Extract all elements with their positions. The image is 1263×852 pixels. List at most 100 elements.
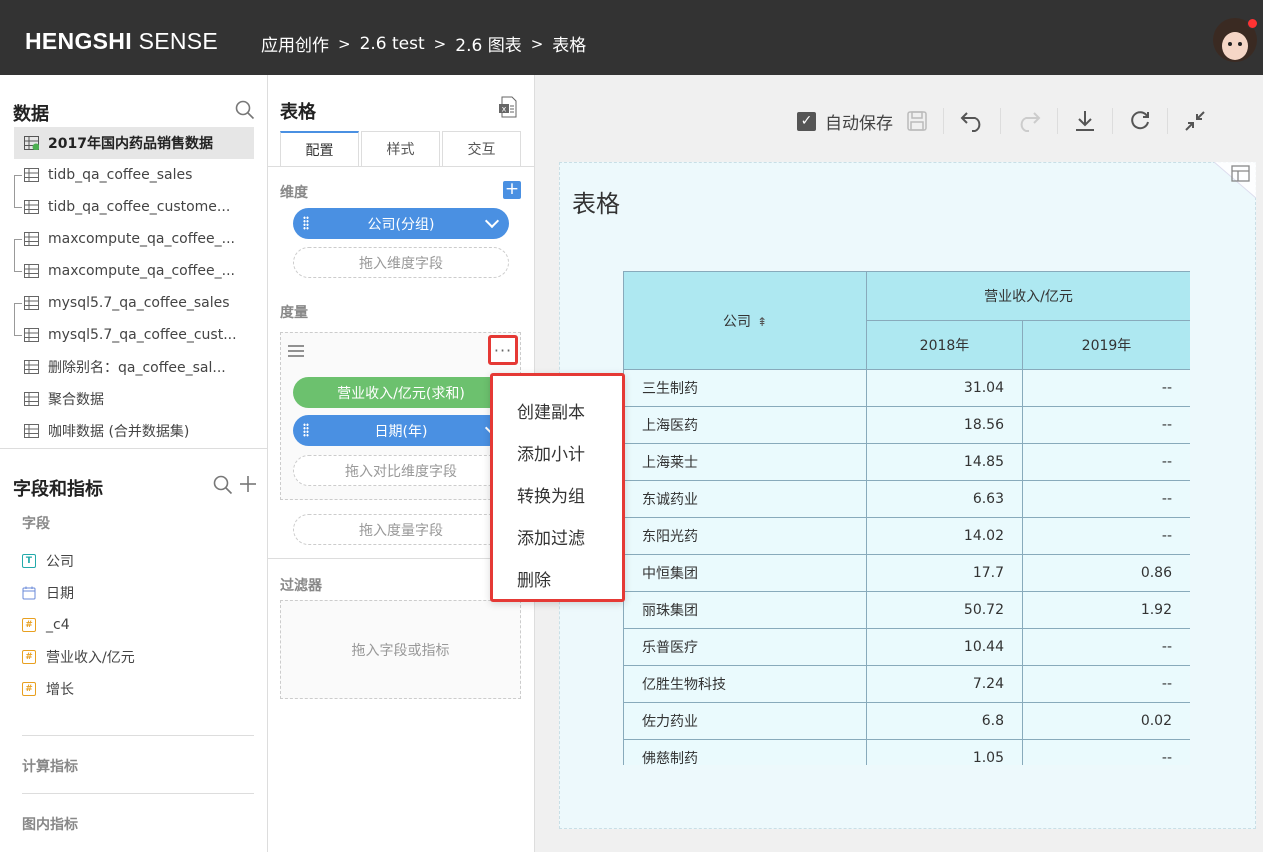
dataset-item[interactable]: 聚合数据	[14, 383, 254, 415]
column-header[interactable]: 2018年	[866, 320, 1023, 370]
text-type-icon: T	[22, 554, 36, 568]
pivot-table: 公司 ⇞ 营业收入/亿元 2018年 2019年 三生制药 31.04 -- 上海医药 1…	[623, 271, 1190, 765]
field-item[interactable]: 日期	[22, 577, 135, 609]
value-2018-cell: 10.44	[866, 628, 1023, 666]
svg-text:x: x	[502, 105, 507, 114]
number-type-icon: #	[22, 618, 36, 632]
table-row[interactable]: 亿胜生物科技 7.24 --	[623, 665, 1190, 703]
field-item[interactable]: T 公司	[22, 545, 135, 577]
dataset-item[interactable]: tidb_qa_coffee_custome...	[14, 191, 254, 223]
add-dimension-button[interactable]: +	[503, 181, 521, 199]
redo-icon[interactable]	[1017, 110, 1041, 132]
value-2018-cell: 17.7	[866, 554, 1023, 592]
breadcrumb-separator: >	[338, 34, 351, 53]
table-icon	[24, 328, 39, 342]
dataset-item[interactable]: 咖啡数据 (合并数据集)	[14, 415, 254, 447]
tab-style[interactable]: 样式	[361, 131, 440, 167]
filter-drop-zone[interactable]: 拖入字段或指标	[280, 600, 521, 699]
brand-bold: HENGSHI	[25, 28, 132, 54]
menu-item-add-subtotal[interactable]: 添加小计	[493, 431, 622, 473]
brand-logo[interactable]: HENGSHI SENSE	[25, 28, 218, 55]
menu-item-convert-group[interactable]: 转换为组	[493, 473, 622, 515]
dimension-pill[interactable]: 公司(分组)	[293, 208, 509, 239]
company-cell: 上海医药	[623, 406, 867, 444]
dataset-label: 2017年国内药品销售数据	[48, 136, 213, 152]
download-icon[interactable]	[1074, 110, 1096, 132]
table-row[interactable]: 上海莱士 14.85 --	[623, 443, 1190, 481]
data-panel-title: 数据	[13, 104, 49, 125]
excel-export-icon[interactable]: x	[498, 96, 518, 118]
checkbox-checked-icon[interactable]: ✓	[797, 111, 816, 131]
dataset-item[interactable]: tidb_qa_coffee_sales	[14, 159, 254, 191]
compare-dimension-pill[interactable]: 日期(年)	[293, 415, 509, 446]
dataset-item[interactable]: 2017年国内药品销售数据	[14, 127, 254, 159]
chart-settings-icon[interactable]	[1214, 162, 1256, 198]
table-row[interactable]: 丽珠集团 50.72 1.92	[623, 591, 1190, 629]
dataset-item[interactable]: 删除别名：qa_coffee_sal...	[14, 351, 254, 383]
measure-label: 度量	[280, 305, 308, 321]
refresh-icon[interactable]	[1129, 110, 1151, 132]
field-item[interactable]: # 增长	[22, 673, 135, 705]
breadcrumb-item[interactable]: 2.6 test	[360, 34, 425, 54]
avatar[interactable]	[1213, 18, 1258, 62]
dataset-item[interactable]: maxcompute_qa_coffee_...	[14, 223, 254, 255]
add-icon[interactable]	[239, 475, 257, 493]
sort-icon[interactable]: ⇞	[757, 315, 767, 329]
table-row[interactable]: 佐力药业 6.8 0.02	[623, 702, 1190, 740]
field-item[interactable]: # _c4	[22, 609, 135, 641]
chevron-down-icon[interactable]	[484, 213, 500, 229]
compare-drop-zone[interactable]: 拖入对比维度字段	[293, 455, 509, 486]
number-type-icon: #	[22, 650, 36, 664]
company-cell: 亿胜生物科技	[623, 665, 867, 703]
config-panel-title: 表格	[280, 102, 316, 123]
field-label: 增长	[46, 682, 74, 698]
save-icon[interactable]	[907, 111, 927, 131]
table-row[interactable]: 佛慈制药 1.05 --	[623, 739, 1190, 765]
row-header-company[interactable]: 公司 ⇞	[623, 271, 867, 370]
company-cell: 乐普医疗	[623, 628, 867, 666]
inchart-metrics-heading[interactable]: 图内指标	[22, 814, 78, 834]
undo-icon[interactable]	[960, 110, 984, 132]
fields-panel-title: 字段和指标	[13, 479, 103, 500]
tab-config[interactable]: 配置	[280, 131, 359, 167]
value-2019-cell: 0.86	[1022, 554, 1190, 592]
collapse-icon[interactable]	[1184, 110, 1206, 132]
table-row[interactable]: 东诚药业 6.63 --	[623, 480, 1190, 518]
measure-pill[interactable]: 营业收入/亿元(求和)	[293, 377, 509, 408]
calc-metrics-heading[interactable]: 计算指标	[22, 756, 78, 776]
value-2018-cell: 7.24	[866, 665, 1023, 703]
search-icon[interactable]	[235, 100, 255, 120]
dimension-drop-zone[interactable]: 拖入维度字段	[293, 247, 509, 278]
search-icon[interactable]	[213, 475, 233, 495]
dataset-item[interactable]: mysql5.7_qa_coffee_cust...	[14, 319, 254, 351]
menu-item-add-filter[interactable]: 添加过滤	[493, 515, 622, 557]
table-row[interactable]: 东阳光药 14.02 --	[623, 517, 1190, 555]
menu-item-delete[interactable]: 删除	[493, 557, 622, 599]
value-2019-cell: --	[1022, 517, 1190, 555]
tab-interaction[interactable]: 交互	[442, 131, 521, 167]
dataset-item[interactable]: mysql5.7_qa_coffee_sales	[14, 287, 254, 319]
menu-item-duplicate[interactable]: 创建副本	[493, 389, 622, 431]
value-2019-cell: 0.02	[1022, 702, 1190, 740]
dataset-item[interactable]: maxcompute_qa_coffee_...	[14, 255, 254, 287]
menu-icon[interactable]	[288, 345, 304, 357]
table-row[interactable]: 三生制药 31.04 --	[623, 369, 1190, 407]
table-row[interactable]: 上海医药 18.56 --	[623, 406, 1190, 444]
table-icon	[24, 296, 39, 310]
drag-handle-icon[interactable]	[303, 216, 309, 230]
column-header[interactable]: 2019年	[1022, 320, 1190, 370]
autosave-toggle[interactable]: ✓ 自动保存	[797, 109, 893, 134]
value-2019-cell: --	[1022, 628, 1190, 666]
breadcrumb-item[interactable]: 2.6 图表	[455, 31, 521, 56]
field-item[interactable]: # 营业收入/亿元	[22, 641, 135, 673]
drag-handle-icon[interactable]	[303, 423, 309, 437]
breadcrumb-item[interactable]: 应用创作	[261, 31, 329, 56]
value-2018-cell: 18.56	[866, 406, 1023, 444]
more-options-button[interactable]: ···	[488, 335, 518, 365]
table-row[interactable]: 乐普医疗 10.44 --	[623, 628, 1190, 666]
value-2019-cell: --	[1022, 406, 1190, 444]
avatar-eye	[1228, 42, 1232, 46]
value-2019-cell: --	[1022, 739, 1190, 765]
measure-drop-zone[interactable]: 拖入度量字段	[293, 514, 509, 545]
table-row[interactable]: 中恒集团 17.7 0.86	[623, 554, 1190, 592]
